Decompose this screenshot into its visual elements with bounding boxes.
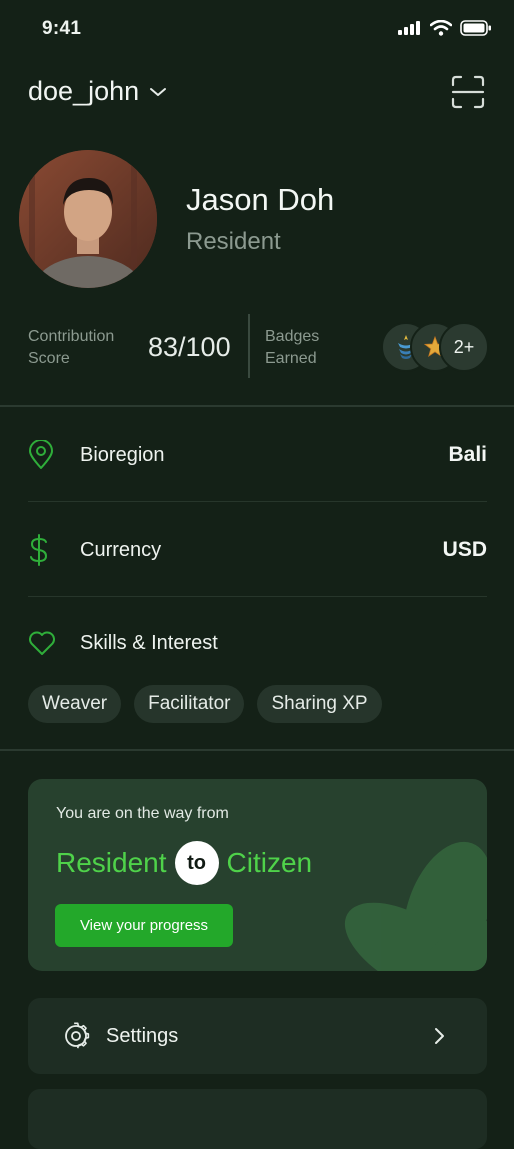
bioregion-label: Bioregion	[80, 443, 165, 466]
contribution-score-label: Contribution Score	[28, 328, 115, 367]
settings-item[interactable]: Settings	[28, 998, 487, 1074]
currency-row[interactable]: Currency USD	[28, 525, 487, 575]
settings-label: Settings	[106, 1024, 179, 1047]
status-time: 9:41	[42, 18, 82, 39]
location-pin-icon	[28, 438, 66, 472]
section-divider	[0, 749, 514, 751]
skills-label: Skills & Interest	[80, 631, 218, 654]
skill-chip[interactable]: Weaver	[28, 685, 122, 723]
chevron-right-icon	[435, 1028, 444, 1044]
avatar[interactable]	[19, 150, 157, 288]
profile-name: Jason Doh	[186, 182, 335, 217]
chevron-down-icon	[150, 87, 167, 96]
account-switcher[interactable]: doe_john	[28, 76, 167, 107]
progress-to-pill: to	[174, 841, 219, 885]
signal-icon	[398, 21, 420, 35]
gear-icon	[65, 1022, 90, 1049]
row-divider	[28, 596, 487, 597]
dollar-icon	[28, 533, 66, 567]
contribution-score-value: 83/100	[148, 332, 231, 362]
row-divider	[28, 501, 487, 502]
progress-from: Resident	[56, 847, 167, 878]
profile-role: Resident	[186, 228, 281, 255]
menu-item[interactable]	[28, 1089, 487, 1149]
view-progress-button[interactable]: View your progress	[55, 904, 233, 947]
progress-subtitle: You are on the way from	[56, 805, 229, 822]
skill-chip[interactable]: Facilitator	[134, 685, 245, 723]
badges-earned-label: Badges Earned	[265, 328, 320, 367]
progress-card: You are on the way from Resident to Citi…	[28, 779, 487, 971]
badges-more-count[interactable]: 2+	[439, 322, 489, 372]
progress-target: Citizen	[226, 847, 313, 878]
progress-title: Resident to Citizen	[56, 841, 312, 885]
currency-value: USD	[442, 538, 487, 561]
stats-divider	[248, 314, 250, 378]
username: doe_john	[28, 76, 140, 106]
skill-chips: Weaver Facilitator Sharing XP	[28, 685, 382, 723]
battery-icon	[460, 20, 491, 36]
bioregion-row[interactable]: Bioregion Bali	[28, 430, 487, 480]
wifi-icon	[430, 20, 452, 36]
leaf-decoration-icon	[344, 841, 487, 971]
skills-row[interactable]: Skills & Interest	[28, 618, 487, 668]
section-divider	[0, 405, 514, 407]
heart-icon	[28, 626, 66, 660]
skill-chip[interactable]: Sharing XP	[257, 685, 382, 723]
bioregion-value: Bali	[448, 443, 487, 466]
status-icons	[398, 20, 492, 36]
currency-label: Currency	[80, 538, 162, 561]
scan-icon[interactable]	[450, 74, 486, 110]
